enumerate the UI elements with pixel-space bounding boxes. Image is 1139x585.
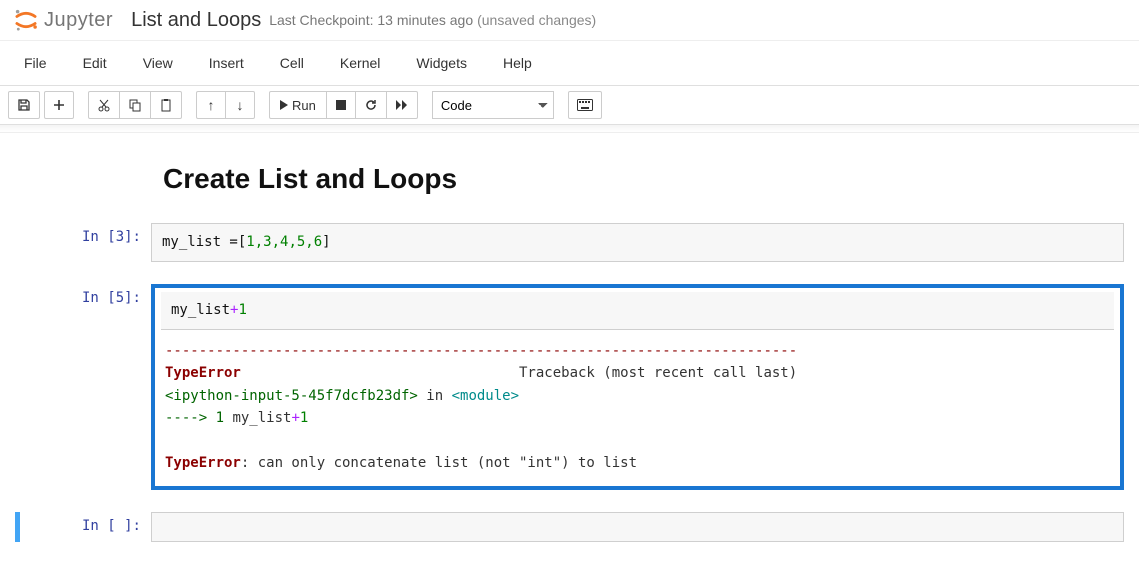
- heading-text: Create List and Loops: [163, 163, 1124, 195]
- menu-view[interactable]: View: [131, 49, 185, 77]
- cell-1-prompt: In [3]:: [15, 223, 151, 262]
- copy-button[interactable]: [119, 91, 151, 119]
- restart-icon: [364, 98, 378, 112]
- stop-icon: [336, 100, 346, 110]
- plus-icon: [53, 99, 65, 111]
- jupyter-logo[interactable]: Jupyter: [12, 6, 113, 34]
- move-down-button[interactable]: ↓: [225, 91, 255, 119]
- cell-2-input[interactable]: my_list+1: [161, 292, 1114, 330]
- code-cell-1[interactable]: In [3]: my_list =[1,3,4,5,6]: [15, 223, 1124, 262]
- cut-icon: [97, 98, 111, 112]
- move-up-button[interactable]: ↑: [196, 91, 226, 119]
- notebook-title[interactable]: List and Loops: [131, 9, 261, 32]
- arrow-down-icon: ↓: [237, 97, 244, 113]
- run-button[interactable]: Run: [269, 91, 327, 119]
- menu-help[interactable]: Help: [491, 49, 544, 77]
- cell-3-prompt: In [ ]:: [20, 512, 151, 542]
- command-palette-button[interactable]: [568, 91, 602, 119]
- menu-file[interactable]: File: [12, 49, 59, 77]
- cell-2-prompt: In [5]:: [15, 284, 151, 490]
- cell-type-select[interactable]: Code: [432, 91, 554, 119]
- cell-1-input[interactable]: my_list =[1,3,4,5,6]: [151, 223, 1124, 262]
- save-icon: [17, 98, 31, 112]
- save-button[interactable]: [8, 91, 40, 119]
- menu-edit[interactable]: Edit: [71, 49, 119, 77]
- run-label: Run: [292, 98, 316, 113]
- menubar: File Edit View Insert Cell Kernel Widget…: [0, 41, 1139, 86]
- play-icon: [280, 100, 288, 110]
- header: Jupyter List and Loops Last Checkpoint: …: [0, 0, 1139, 41]
- notebook-area: Create List and Loops In [3]: my_list =[…: [0, 133, 1139, 584]
- jupyter-logo-text: Jupyter: [44, 9, 113, 32]
- unsaved-text: (unsaved changes): [477, 12, 596, 28]
- add-cell-button[interactable]: [44, 91, 74, 119]
- cell-3-input[interactable]: [151, 512, 1124, 542]
- markdown-cell-heading[interactable]: Create List and Loops: [163, 163, 1124, 195]
- copy-icon: [128, 98, 142, 112]
- highlight-box: my_list+1 ------------------------------…: [151, 284, 1124, 490]
- paste-button[interactable]: [150, 91, 182, 119]
- code-cell-3[interactable]: In [ ]:: [15, 512, 1124, 542]
- code-cell-2[interactable]: In [5]: my_list+1 ----------------------…: [15, 284, 1124, 490]
- interrupt-button[interactable]: [326, 91, 356, 119]
- arrow-up-icon: ↑: [208, 97, 215, 113]
- menu-cell[interactable]: Cell: [268, 49, 316, 77]
- cut-button[interactable]: [88, 91, 120, 119]
- restart-button[interactable]: [355, 91, 387, 119]
- keyboard-icon: [577, 99, 593, 111]
- cell-2-output: ----------------------------------------…: [155, 330, 1120, 486]
- checkpoint-text: Last Checkpoint: 13 minutes ago: [269, 12, 473, 28]
- menu-kernel[interactable]: Kernel: [328, 49, 392, 77]
- jupyter-logo-icon: [12, 6, 40, 34]
- menu-widgets[interactable]: Widgets: [404, 49, 479, 77]
- menu-insert[interactable]: Insert: [197, 49, 256, 77]
- toolbar: ↑ ↓ Run Code: [0, 86, 1139, 125]
- restart-run-all-button[interactable]: [386, 91, 418, 119]
- paste-icon: [159, 98, 173, 112]
- fast-forward-icon: [395, 99, 409, 111]
